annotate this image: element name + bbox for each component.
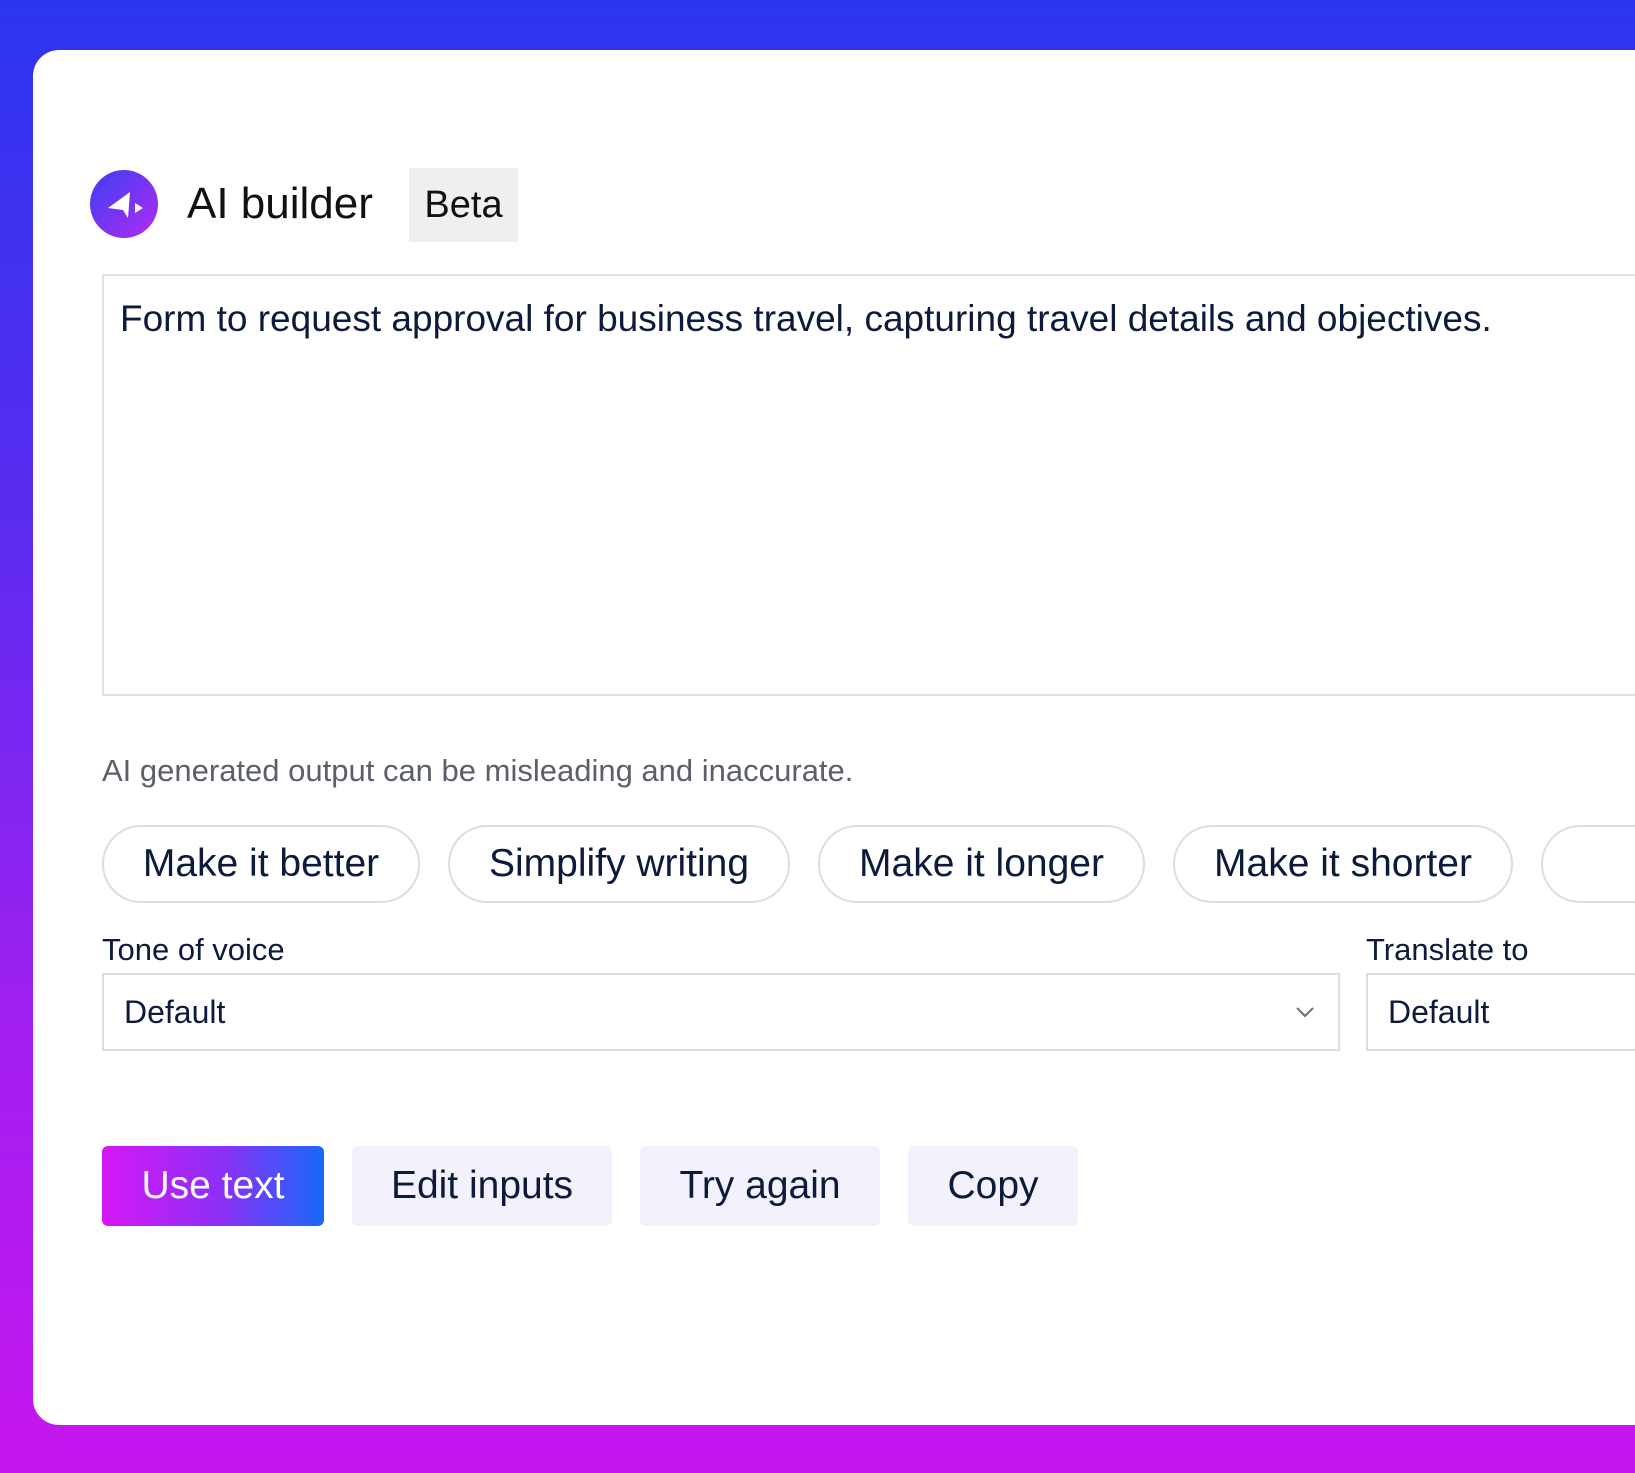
- translate-to-select[interactable]: Default: [1366, 973, 1635, 1051]
- chevron-down-icon: [1296, 1007, 1314, 1018]
- prompt-output-textarea[interactable]: Form to request approval for business tr…: [102, 274, 1635, 696]
- translate-to-label: Translate to: [1366, 932, 1529, 967]
- beta-badge: Beta: [409, 168, 518, 242]
- ai-builder-logo-icon: [90, 170, 158, 238]
- ai-builder-panel: AI builder Beta Form to request approval…: [33, 50, 1635, 1425]
- ai-disclaimer: AI generated output can be misleading an…: [102, 753, 854, 788]
- use-text-button[interactable]: Use text: [102, 1146, 324, 1226]
- refine-chips: Make it better Simplify writing Make it …: [102, 825, 1635, 905]
- more-options-chip[interactable]: [1541, 825, 1635, 903]
- simplify-writing-chip[interactable]: Simplify writing: [448, 825, 790, 903]
- make-it-shorter-chip[interactable]: Make it shorter: [1173, 825, 1513, 903]
- make-it-longer-chip[interactable]: Make it longer: [818, 825, 1145, 903]
- tone-of-voice-value: Default: [124, 994, 226, 1030]
- tone-of-voice-label: Tone of voice: [102, 932, 285, 967]
- translate-to-value: Default: [1388, 994, 1490, 1030]
- copy-button[interactable]: Copy: [908, 1146, 1078, 1226]
- try-again-button[interactable]: Try again: [640, 1146, 880, 1226]
- page-title: AI builder: [187, 179, 373, 228]
- make-it-better-chip[interactable]: Make it better: [102, 825, 420, 903]
- tone-of-voice-select[interactable]: Default: [102, 973, 1340, 1051]
- edit-inputs-button[interactable]: Edit inputs: [352, 1146, 612, 1226]
